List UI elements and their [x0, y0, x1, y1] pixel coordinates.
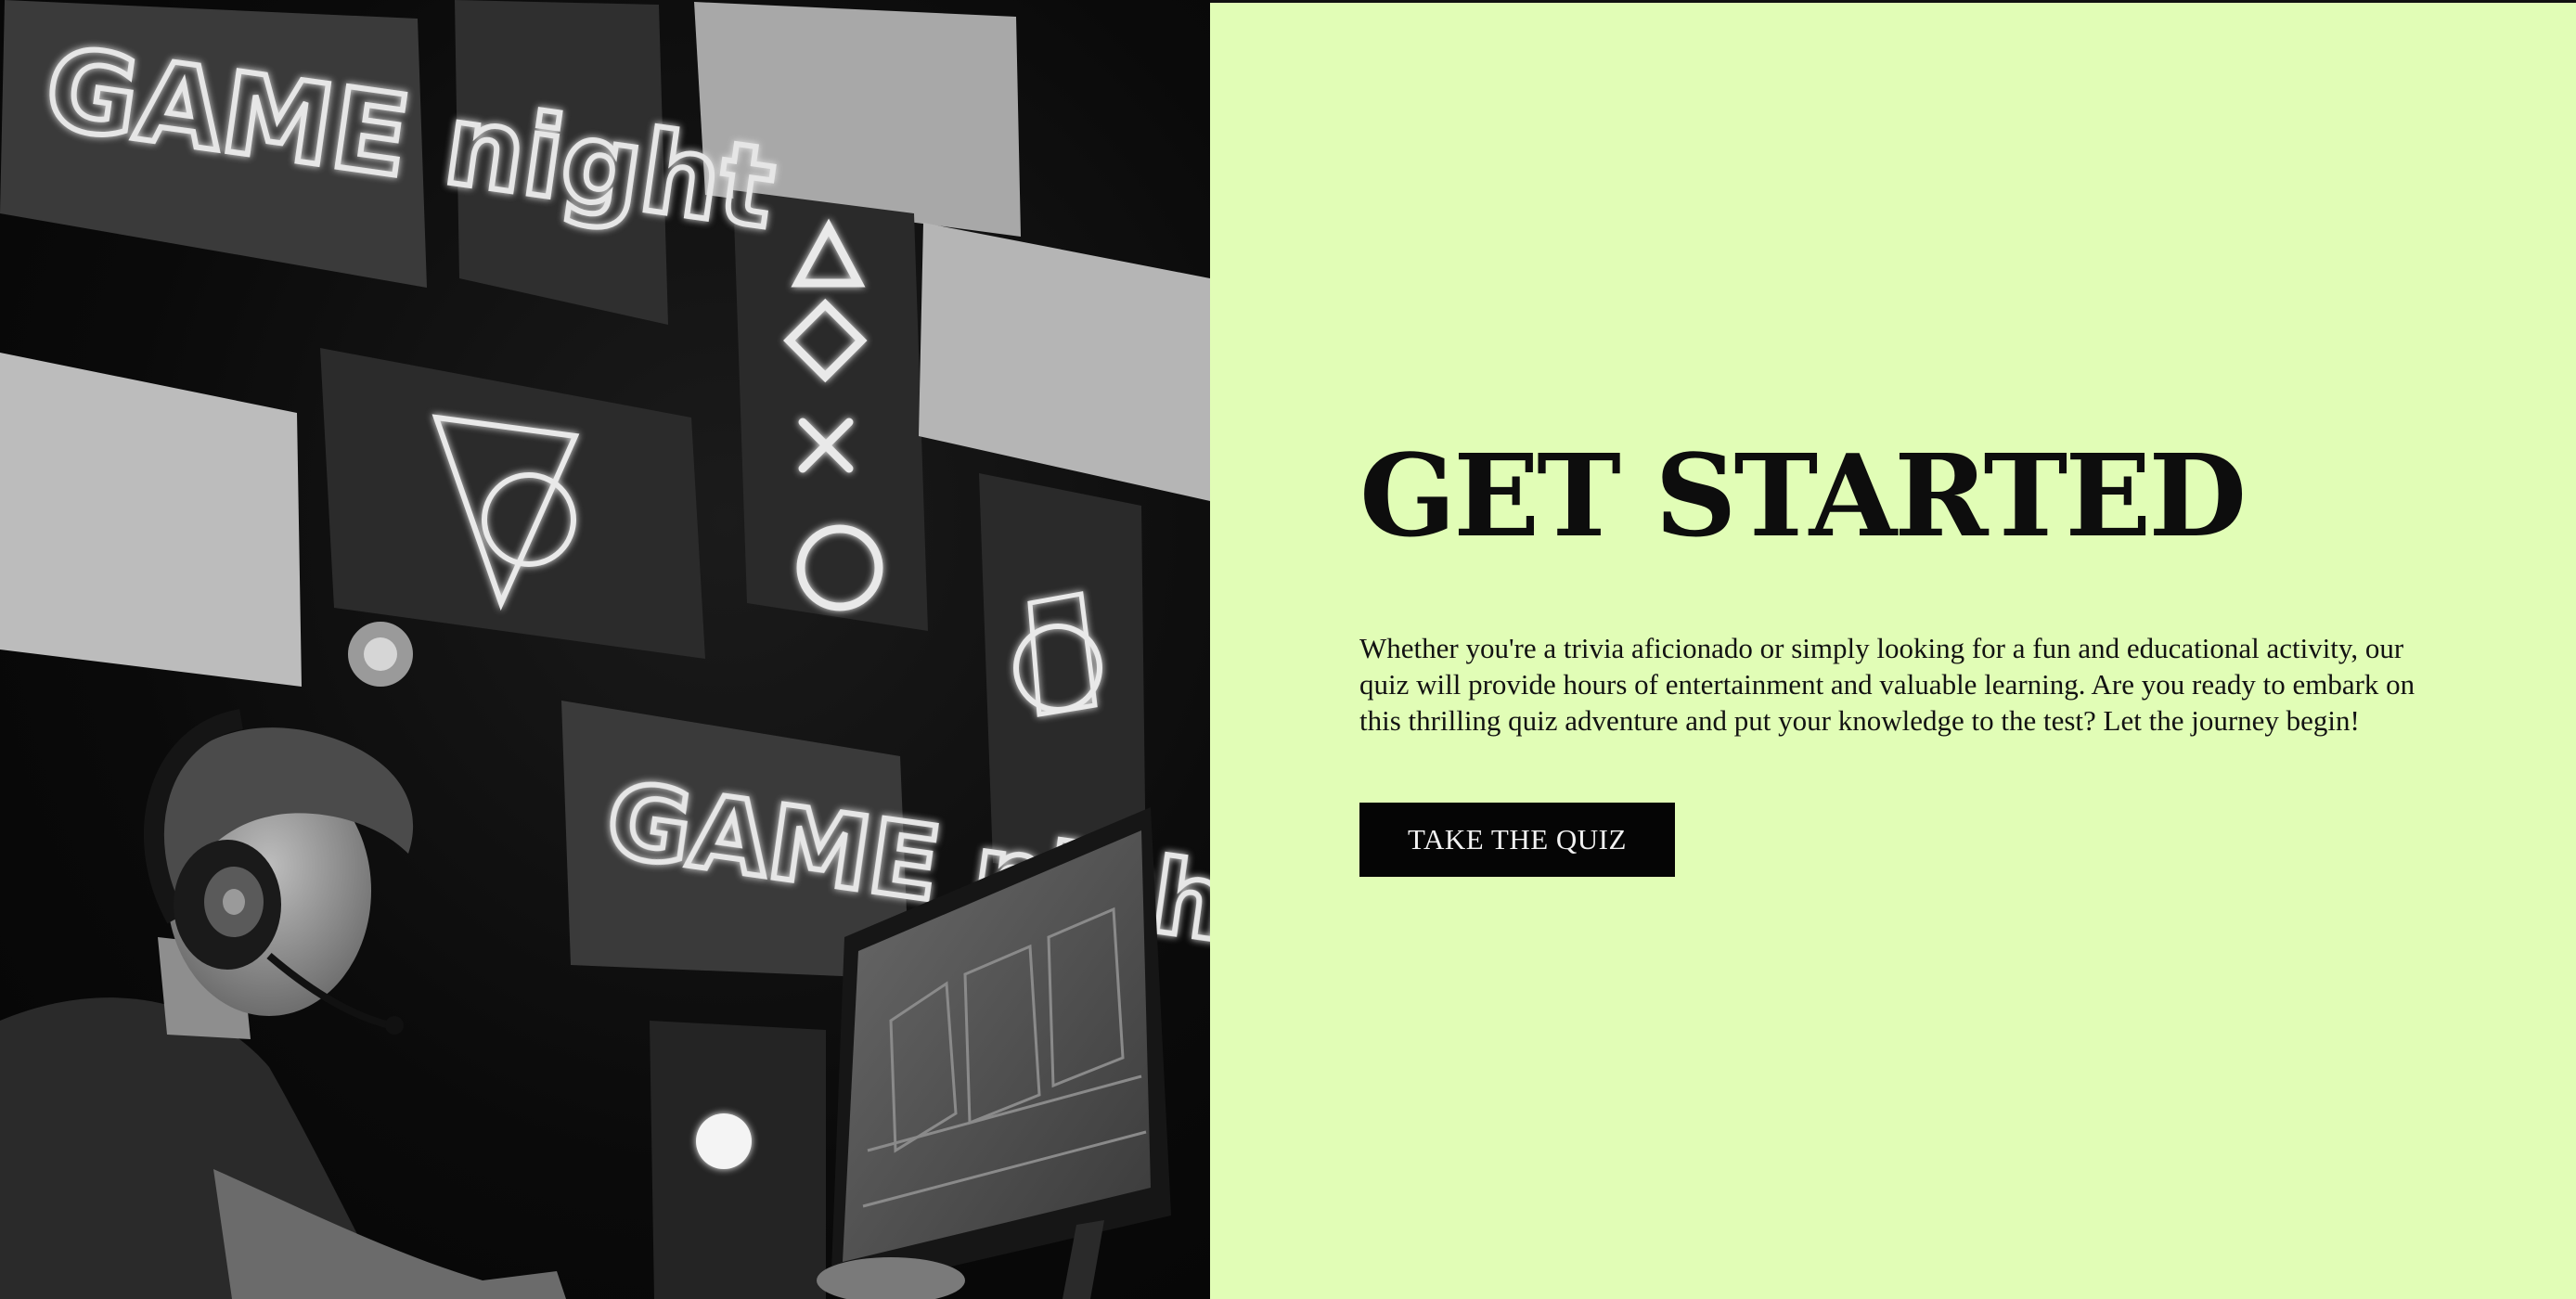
- get-started-panel: GET STARTED Whether you're a trivia afic…: [1210, 0, 2576, 1299]
- take-quiz-button[interactable]: TAKE THE QUIZ: [1359, 803, 1675, 877]
- page-title: GET STARTED: [1359, 429, 2247, 562]
- hero-description: Whether you're a trivia aficionado or si…: [1359, 632, 2415, 737]
- gamer-neon-illustration: GAME night GAME night: [0, 0, 1210, 1299]
- landing-page: GAME night GAME night: [0, 0, 2576, 1299]
- hero-photo: GAME night GAME night: [0, 0, 1210, 1299]
- hero-content: GET STARTED Whether you're a trivia afic…: [1359, 439, 2454, 877]
